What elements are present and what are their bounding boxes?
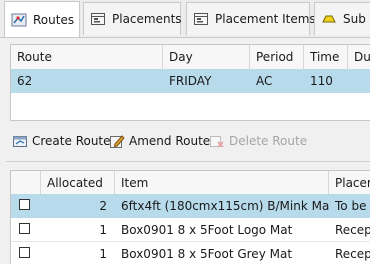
allocated-cell: 2 [99, 199, 107, 213]
create-route-icon [12, 133, 28, 149]
column-header-period[interactable]: Period [250, 45, 304, 69]
yellow-shape-icon [321, 11, 337, 27]
item-cell: Box0901 8 x 5Foot Grey Mat [121, 247, 293, 261]
placement-items-grid: Allocated Item Placem 2 6ftx4ft (180cmx1… [10, 170, 370, 264]
edit-pencil-icon [109, 133, 125, 149]
tab-placements[interactable]: Placements [83, 2, 182, 35]
table-row[interactable]: 2 6ftx4ft (180cmx115cm) B/Mink Mat To be… [11, 194, 370, 218]
column-header-item[interactable]: Item [115, 171, 329, 195]
table-row[interactable]: 62 FRIDAY AC 110 [11, 69, 370, 93]
column-header-day[interactable]: Day [163, 45, 250, 69]
routes-grid: Route Day Period Time Dur 62 FRIDAY AC 1… [10, 44, 370, 121]
column-header-duration[interactable]: Dur [348, 45, 370, 69]
column-header-placement[interactable]: Placem [329, 171, 370, 195]
allocated-cell: 1 [99, 223, 107, 237]
create-route-button[interactable]: Create Route [12, 130, 111, 152]
route-cell: 62 [17, 74, 33, 88]
tab-placement-items[interactable]: Placement Items [186, 2, 316, 35]
section-divider [6, 161, 370, 162]
tab-strip: Routes Placements Placement Items Sub [0, 0, 370, 38]
create-route-label: Create Route [32, 134, 111, 148]
period-cell: AC [256, 74, 273, 88]
allocated-cell: 1 [99, 247, 107, 261]
column-header-select[interactable] [11, 171, 41, 195]
items-grid-header: Allocated Item Placem [11, 171, 370, 195]
table-row[interactable]: 1 Box0901 8 x 5Foot Logo Mat Recepti [11, 218, 370, 242]
amend-route-button[interactable]: Amend Route [109, 130, 210, 152]
duration-cell [348, 69, 370, 93]
delete-route-button[interactable]: Delete Route [209, 130, 307, 152]
placement-cell: To be c [335, 199, 370, 213]
amend-route-label: Amend Route [129, 134, 211, 148]
table-row[interactable]: 1 Box0901 8 x 5Foot Grey Mat Recepti [11, 242, 370, 264]
tab-sub[interactable]: Sub C [314, 2, 370, 35]
tab-label: Placement Items [215, 12, 316, 26]
tab-routes[interactable]: Routes [4, 1, 80, 37]
item-cell: 6ftx4ft (180cmx115cm) B/Mink Mat [121, 199, 329, 213]
delete-route-icon [209, 133, 225, 149]
route-toolbar: Create Route Amend Route Delete Route [12, 130, 370, 152]
row-checkbox[interactable] [19, 199, 30, 210]
grid-form-icon [193, 11, 209, 27]
column-header-time[interactable]: Time [304, 45, 348, 69]
placement-cell: Recepti [335, 223, 370, 237]
item-cell: Box0901 8 x 5Foot Logo Mat [121, 223, 293, 237]
tab-label: Sub C [343, 12, 370, 26]
row-checkbox[interactable] [19, 223, 30, 234]
row-checkbox[interactable] [19, 247, 30, 258]
column-header-allocated[interactable]: Allocated [41, 171, 115, 195]
grid-form-icon [90, 11, 106, 27]
tab-label: Placements [112, 12, 182, 26]
route-map-icon [11, 12, 27, 28]
column-header-route[interactable]: Route [11, 45, 163, 69]
time-cell: 110 [310, 74, 333, 88]
placement-cell: Recepti [335, 247, 370, 261]
tab-label: Routes [33, 12, 75, 27]
routes-grid-header: Route Day Period Time Dur [11, 45, 370, 70]
day-cell: FRIDAY [169, 74, 212, 88]
delete-route-label: Delete Route [229, 134, 308, 148]
